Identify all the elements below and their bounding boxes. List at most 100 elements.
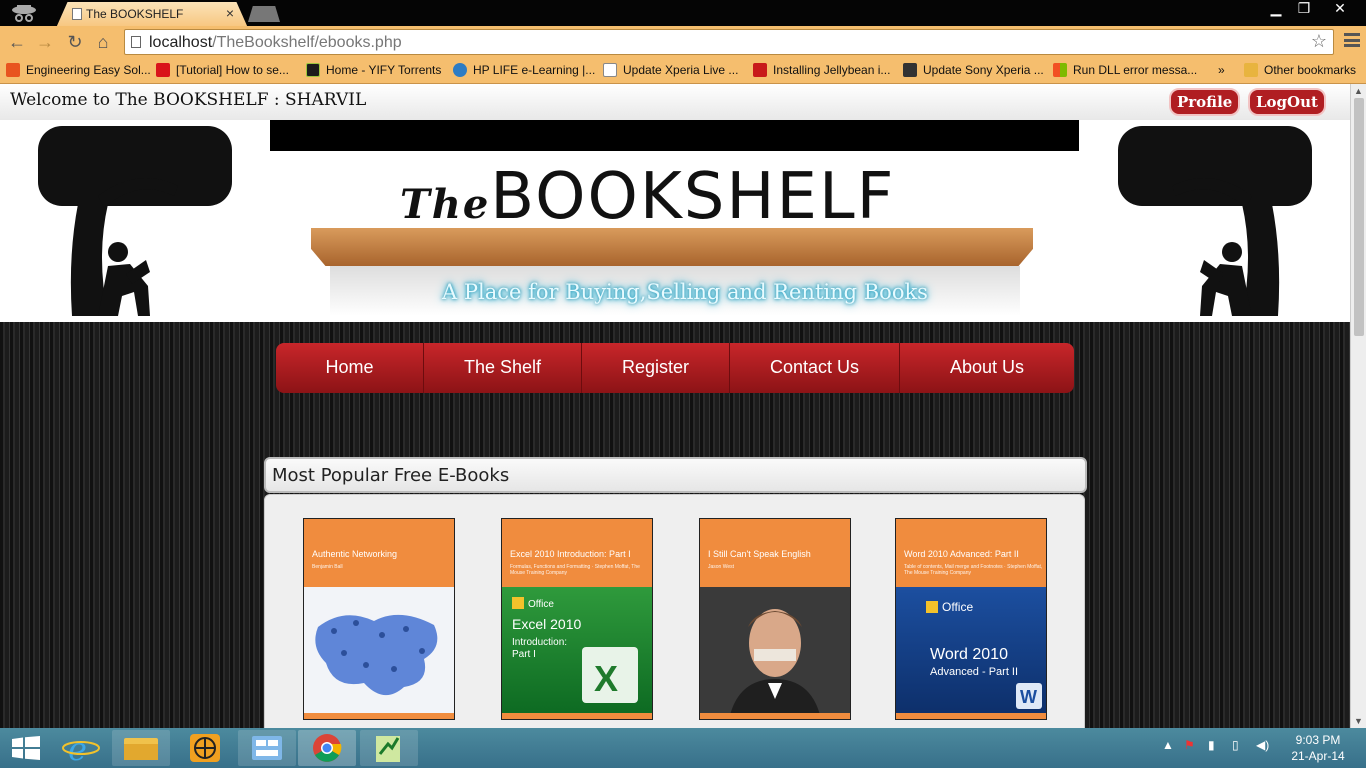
address-bar[interactable]: localhost/TheBookshelf/ebooks.php ☆ (124, 29, 1334, 55)
book-card[interactable]: Authentic Networking Benjamin Ball (303, 518, 455, 720)
cover-footer (700, 713, 850, 719)
other-bookmarks-folder[interactable]: Other bookmarks (1244, 63, 1356, 77)
book-card[interactable]: Word 2010 Advanced: Part II Table of con… (895, 518, 1047, 720)
logout-button[interactable]: LogOut (1248, 88, 1326, 116)
cover-footer (896, 713, 1046, 719)
svg-text:Word 2010: Word 2010 (930, 646, 1008, 663)
bookmark-label: Update Xperia Live ... (623, 63, 739, 77)
windows-start-icon[interactable] (12, 736, 40, 760)
bookmark-star-icon[interactable]: ☆ (1311, 31, 1327, 52)
network-app-taskbar-button[interactable] (176, 730, 234, 766)
new-tab-button[interactable] (248, 6, 280, 22)
section-header: Most Popular Free E-Books (264, 457, 1087, 493)
svg-text:Office: Office (528, 599, 554, 610)
nav-register[interactable]: Register (582, 343, 730, 393)
globe-icon (190, 734, 220, 762)
main-navigation: Home The Shelf Register Contact Us About… (276, 343, 1074, 393)
minimize-button[interactable]: ▁ (1262, 0, 1290, 18)
book-subtitle: Formulas, Functions and Formatting · Ste… (510, 564, 640, 576)
bookmark-item[interactable]: HP LIFE e-Learning |... (453, 63, 595, 77)
browser-tab-active[interactable]: The BOOKSHELF × (56, 2, 248, 28)
bookmark-item[interactable]: [Tutorial] How to se... (156, 63, 289, 77)
book-title: I Still Can't Speak English (708, 549, 811, 559)
home-button[interactable]: ⌂ (92, 32, 114, 52)
welcome-text: Welcome to The BOOKSHELF : SHARVIL (10, 90, 367, 110)
tray-overflow-icon[interactable]: ▲ (1162, 738, 1174, 752)
chrome-menu-icon[interactable] (1344, 33, 1360, 47)
tree-reader-right-icon (1118, 126, 1312, 316)
bookmark-label: Home - YIFY Torrents (326, 63, 442, 77)
bookmark-item[interactable]: Run DLL error messa... (1053, 63, 1197, 77)
signal-icon[interactable]: ▮ (1208, 738, 1215, 752)
bookmark-item[interactable]: Home - YIFY Torrents (306, 63, 441, 77)
nav-the-shelf[interactable]: The Shelf (424, 343, 582, 393)
notepad-icon (376, 736, 400, 762)
cover-footer (502, 713, 652, 719)
back-button[interactable]: ← (6, 32, 28, 52)
internet-explorer-icon: e (62, 730, 100, 768)
svg-text:Advanced - Part II: Advanced - Part II (930, 666, 1018, 678)
page-icon (72, 8, 82, 20)
book-card[interactable]: Excel 2010 Introduction: Part I Formulas… (501, 518, 653, 720)
forward-button[interactable]: → (34, 32, 56, 52)
nav-contact-us[interactable]: Contact Us (730, 343, 900, 393)
control-panel-icon (252, 736, 282, 760)
page-icon (603, 63, 617, 77)
yify-icon (306, 63, 320, 77)
chrome-taskbar-button[interactable] (298, 730, 356, 766)
svg-text:X: X (594, 658, 618, 699)
book-card[interactable]: I Still Can't Speak English Jason West (699, 518, 851, 720)
svg-text:Part I: Part I (512, 649, 536, 660)
svg-text:W: W (1020, 687, 1037, 707)
file-explorer-taskbar-button[interactable] (112, 730, 170, 766)
nav-home[interactable]: Home (276, 343, 424, 393)
scroll-down-icon[interactable]: ▼ (1354, 716, 1363, 726)
book-title: Word 2010 Advanced: Part II (904, 549, 1019, 559)
world-map-network-icon (304, 587, 454, 715)
scroll-thumb[interactable] (1354, 98, 1364, 336)
close-window-button[interactable]: ✕ (1318, 0, 1362, 18)
bookmark-label: HP LIFE e-Learning |... (473, 63, 596, 77)
browser-toolbar: ← → ↻ ⌂ localhost/TheBookshelf/ebooks.ph… (0, 26, 1366, 58)
internet-explorer-taskbar-button[interactable]: e (54, 730, 112, 768)
bookmark-item[interactable]: Engineering Easy Sol... (6, 63, 151, 77)
g-letter-icon (903, 63, 917, 77)
system-clock[interactable]: 9:03 PM 21-Apr-14 (1282, 732, 1354, 764)
url-path: /TheBookshelf/ebooks.php (212, 34, 402, 51)
svg-text:e: e (68, 730, 87, 766)
globe-icon (453, 63, 467, 77)
bookmark-item[interactable]: Installing Jellybean i... (753, 63, 890, 77)
bookmark-item[interactable]: Update Xperia Live ... (603, 63, 738, 77)
bookmark-label: [Tutorial] How to se... (176, 63, 289, 77)
url-host: localhost (149, 34, 213, 51)
bookmarks-overflow-button[interactable]: » (1218, 63, 1225, 77)
control-panel-taskbar-button[interactable] (238, 730, 296, 766)
book-subtitle: Jason West (708, 564, 735, 570)
bookmark-label: Installing Jellybean i... (773, 63, 891, 77)
action-center-icon[interactable]: ⚑ (1184, 738, 1195, 752)
book-subtitle: Benjamin Ball (312, 564, 343, 570)
tree-reader-left-icon (38, 126, 232, 316)
bookmark-label: Update Sony Xperia ... (923, 63, 1044, 77)
logo-the: The (400, 181, 491, 228)
logo-word: BOOKSHELF (490, 160, 896, 234)
battery-icon[interactable]: ▯ (1232, 738, 1239, 752)
scroll-up-icon[interactable]: ▲ (1354, 86, 1363, 96)
clock-time: 9:03 PM (1295, 733, 1341, 747)
notepad-taskbar-button[interactable] (360, 730, 418, 766)
bookmark-item[interactable]: Update Sony Xperia ... (903, 63, 1044, 77)
window-controls: ▁ ❐ ✕ (1262, 0, 1362, 18)
maximize-button[interactable]: ❐ (1290, 0, 1318, 18)
ninja-icon (753, 63, 767, 77)
banner-black-strip (270, 120, 1079, 151)
nav-about-us[interactable]: About Us (900, 343, 1074, 393)
tab-close-icon[interactable]: × (226, 5, 234, 21)
volume-icon[interactable]: ◀) (1256, 738, 1269, 752)
windows-logo-icon (1053, 63, 1067, 77)
vertical-scrollbar[interactable]: ▲ ▼ (1350, 84, 1366, 728)
profile-button[interactable]: Profile (1169, 88, 1241, 116)
other-bookmarks-label: Other bookmarks (1264, 63, 1357, 77)
book-title: Authentic Networking (312, 549, 398, 559)
reload-button[interactable]: ↻ (64, 32, 86, 52)
tab-title: The BOOKSHELF (86, 7, 184, 21)
